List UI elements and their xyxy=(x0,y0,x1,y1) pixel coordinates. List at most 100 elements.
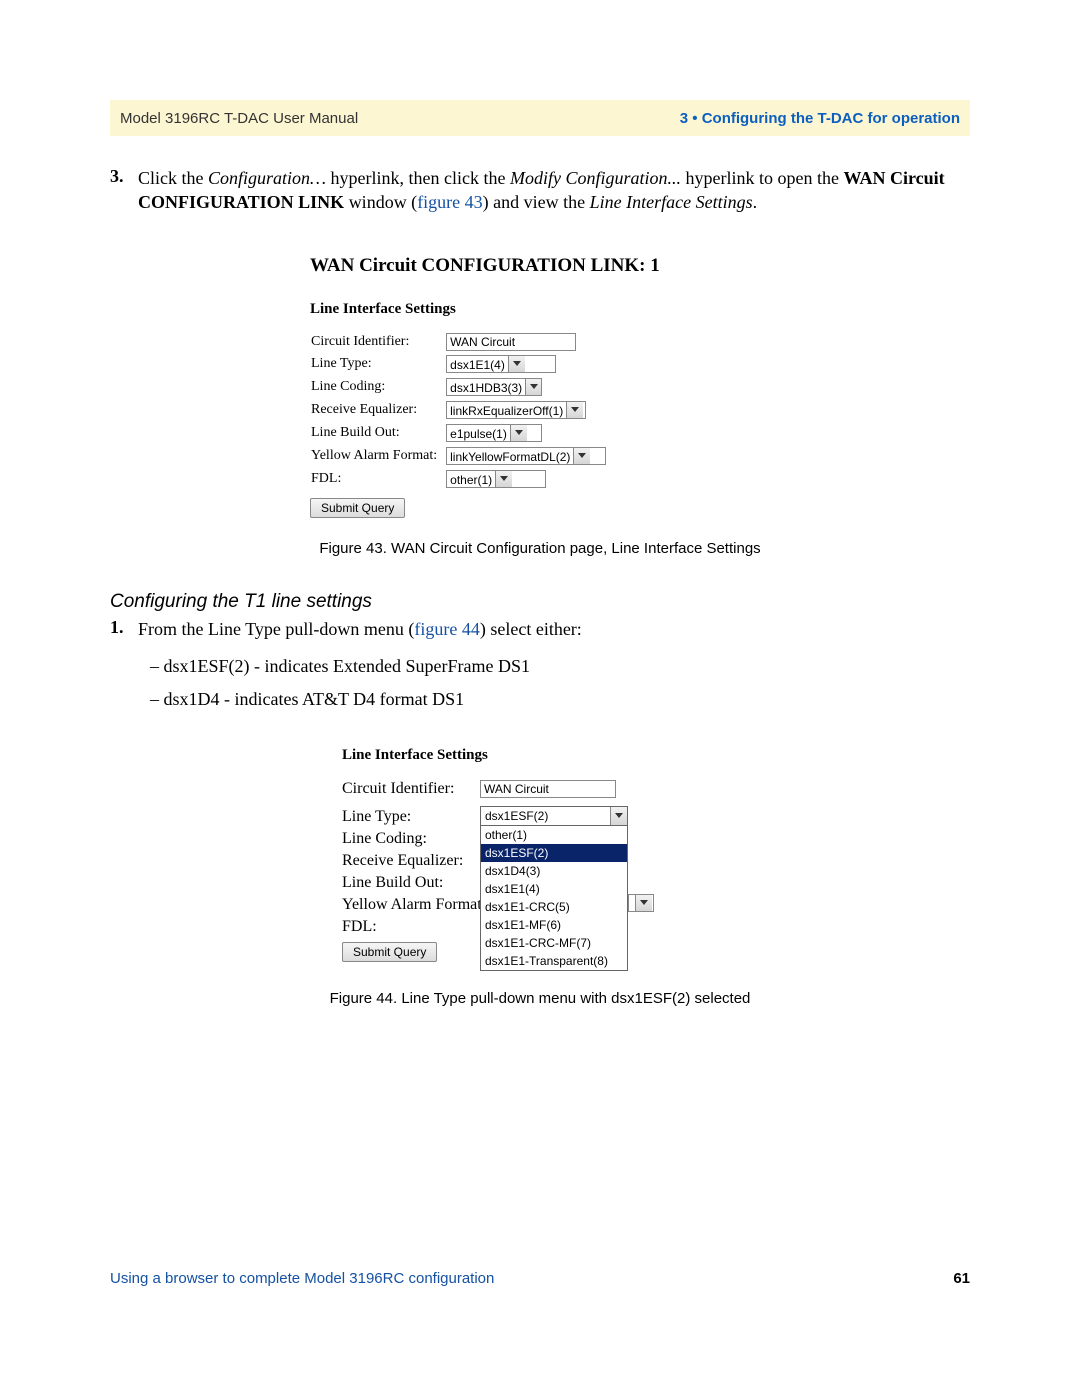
line-interface-settings-heading: Line Interface Settings xyxy=(310,301,970,318)
figure-43-caption: Figure 43. WAN Circuit Configuration pag… xyxy=(110,540,970,557)
chevron-down-icon xyxy=(525,379,541,395)
line-interface-settings-text: Line Interface Settings xyxy=(590,192,753,212)
submit-query-button[interactable]: Submit Query xyxy=(310,498,405,518)
text: Click the xyxy=(138,168,208,188)
line-coding-label: Line Coding: xyxy=(342,828,480,850)
line-type-option[interactable]: dsx1E1-CRC(5) xyxy=(481,898,627,916)
yellow-alarm-select-44[interactable] xyxy=(628,894,654,912)
fdl-label: FDL: xyxy=(310,469,445,490)
line-type-option[interactable]: dsx1D4(3) xyxy=(481,862,627,880)
text: From the xyxy=(138,619,208,639)
text: - indicates Extended SuperFrame DS1 xyxy=(250,656,530,676)
dash: – xyxy=(150,656,164,676)
step-3: 3. Click the Configuration… hyperlink, t… xyxy=(110,166,970,215)
t1-step-1: 1. From the Line Type pull-down menu (fi… xyxy=(110,617,970,642)
line-type-select[interactable]: dsx1E1(4) xyxy=(446,355,556,373)
chevron-down-icon xyxy=(508,356,525,372)
line-type-italic: Line Type xyxy=(208,619,281,639)
receive-equalizer-select[interactable]: linkRxEqualizerOff(1) xyxy=(446,401,586,419)
line-coding-label: Line Coding: xyxy=(310,377,445,398)
receive-equalizer-value: linkRxEqualizerOff(1) xyxy=(447,402,566,418)
line-type-option[interactable]: dsx1E1-CRC-MF(7) xyxy=(481,934,627,952)
page-number: 61 xyxy=(953,1270,970,1287)
circuit-identifier-input[interactable]: WAN Circuit xyxy=(446,333,576,351)
line-coding-row: Line Coding: dsx1HDB3(3) xyxy=(310,377,607,398)
circuit-identifier-row: Circuit Identifier: WAN Circuit xyxy=(310,332,607,352)
receive-equalizer-label: Receive Equalizer: xyxy=(310,400,445,421)
line-type-row: Line Type: dsx1E1(4) xyxy=(310,354,607,375)
text: ) select either: xyxy=(480,619,582,639)
line-type-option[interactable]: dsx1E1(4) xyxy=(481,880,627,898)
step-number: 1. xyxy=(110,617,138,642)
yellow-alarm-row: Yellow Alarm Format: linkYellowFormatDL(… xyxy=(310,446,607,467)
line-build-out-label: Line Build Out: xyxy=(342,872,480,894)
fdl-row: FDL: other(1) xyxy=(310,469,607,490)
dash-item-dsx1d4: – dsx1D4 - indicates AT&T D4 format DS1 xyxy=(150,685,970,714)
receive-equalizer-row: Receive Equalizer: linkRxEqualizerOff(1) xyxy=(310,400,607,421)
yellow-alarm-value: linkYellowFormatDL(2) xyxy=(447,448,573,464)
yellow-alarm-label: Yellow Alarm Format: xyxy=(310,446,445,467)
t1-step-1-body: From the Line Type pull-down menu (figur… xyxy=(138,617,582,642)
yellow-alarm-select[interactable]: linkYellowFormatDL(2) xyxy=(446,447,606,465)
circuit-identifier-label: Circuit Identifier: xyxy=(310,332,445,352)
line-type-label: Line Type: xyxy=(310,354,445,375)
figure-44-labels: Circuit Identifier: Line Type: Line Codi… xyxy=(342,778,480,962)
modify-configuration-link-text: Modify Configuration... xyxy=(510,168,681,188)
fdl-select[interactable]: other(1) xyxy=(446,470,546,488)
step-number: 3. xyxy=(110,166,138,215)
dash: – xyxy=(150,689,164,709)
line-build-out-value: e1pulse(1) xyxy=(447,425,510,441)
line-type-selected-value: dsx1ESF(2) xyxy=(481,807,610,825)
step-3-body: Click the Configuration… hyperlink, then… xyxy=(138,166,970,215)
line-type-option[interactable]: other(1) xyxy=(481,826,627,844)
page-footer: Using a browser to complete Model 3196RC… xyxy=(110,1270,970,1287)
dsx1d4-label: dsx1D4 xyxy=(164,689,220,709)
text: ) and view the xyxy=(483,192,590,212)
line-type-dropdown-open[interactable]: dsx1ESF(2) other(1)dsx1ESF(2)dsx1D4(3)ds… xyxy=(480,806,628,971)
text: pull-down menu ( xyxy=(281,619,414,639)
figure-44-ref[interactable]: figure 44 xyxy=(414,619,479,639)
chevron-down-icon xyxy=(635,895,652,911)
text: - indicates AT&T D4 format DS1 xyxy=(220,689,465,709)
text: hyperlink, then click the xyxy=(326,168,510,188)
figure-43: WAN Circuit CONFIGURATION LINK: 1 Line I… xyxy=(110,255,970,557)
circuit-identifier-label: Circuit Identifier: xyxy=(342,778,480,806)
receive-equalizer-label: Receive Equalizer: xyxy=(342,850,480,872)
line-coding-select[interactable]: dsx1HDB3(3) xyxy=(446,378,542,396)
line-type-option[interactable]: dsx1ESF(2) xyxy=(481,844,627,862)
figure-44-caption: Figure 44. Line Type pull-down menu with… xyxy=(110,990,970,1007)
dsx1esf-label: dsx1ESF(2) xyxy=(164,656,250,676)
line-build-out-row: Line Build Out: e1pulse(1) xyxy=(310,423,607,444)
manual-title: Model 3196RC T-DAC User Manual xyxy=(120,110,680,127)
text: . xyxy=(753,192,758,212)
line-type-value: dsx1E1(4) xyxy=(447,356,508,372)
submit-query-button-44[interactable]: Submit Query xyxy=(342,942,437,962)
line-type-options-list: other(1)dsx1ESF(2)dsx1D4(3)dsx1E1(4)dsx1… xyxy=(481,826,627,970)
yellow-alarm-label: Yellow Alarm Format: xyxy=(342,894,480,916)
footer-section-title: Using a browser to complete Model 3196RC… xyxy=(110,1270,494,1287)
line-type-label: Line Type: xyxy=(342,806,480,828)
figure-43-ref[interactable]: figure 43 xyxy=(417,192,482,212)
figure-44: Line Interface Settings Circuit Identifi… xyxy=(110,747,970,1007)
line-build-out-label: Line Build Out: xyxy=(310,423,445,444)
configuring-t1-heading: Configuring the T1 line settings xyxy=(110,591,970,613)
figure-43-form: Circuit Identifier: WAN Circuit Line Typ… xyxy=(310,330,607,492)
page: Model 3196RC T-DAC User Manual 3 • Confi… xyxy=(0,0,1080,1397)
text: hyperlink to open the xyxy=(681,168,843,188)
chevron-down-icon xyxy=(495,471,512,487)
chevron-down-icon xyxy=(573,448,590,464)
figure-43-title: WAN Circuit CONFIGURATION LINK: 1 xyxy=(310,255,970,277)
page-content: 3. Click the Configuration… hyperlink, t… xyxy=(110,166,970,1007)
line-build-out-select[interactable]: e1pulse(1) xyxy=(446,424,542,442)
line-type-option[interactable]: dsx1E1-Transparent(8) xyxy=(481,952,627,970)
page-header: Model 3196RC T-DAC User Manual 3 • Confi… xyxy=(110,100,970,136)
chevron-down-icon xyxy=(610,807,627,825)
line-type-selected-row[interactable]: dsx1ESF(2) xyxy=(481,807,627,826)
circuit-identifier-input-44[interactable]: WAN Circuit xyxy=(480,780,616,798)
chapter-title: 3 • Configuring the T-DAC for operation xyxy=(680,110,960,127)
chevron-down-icon xyxy=(566,402,583,418)
t1-dash-list: – dsx1ESF(2) - indicates Extended SuperF… xyxy=(150,652,970,714)
text: window ( xyxy=(344,192,417,212)
line-type-option[interactable]: dsx1E1-MF(6) xyxy=(481,916,627,934)
chevron-down-icon xyxy=(510,425,527,441)
